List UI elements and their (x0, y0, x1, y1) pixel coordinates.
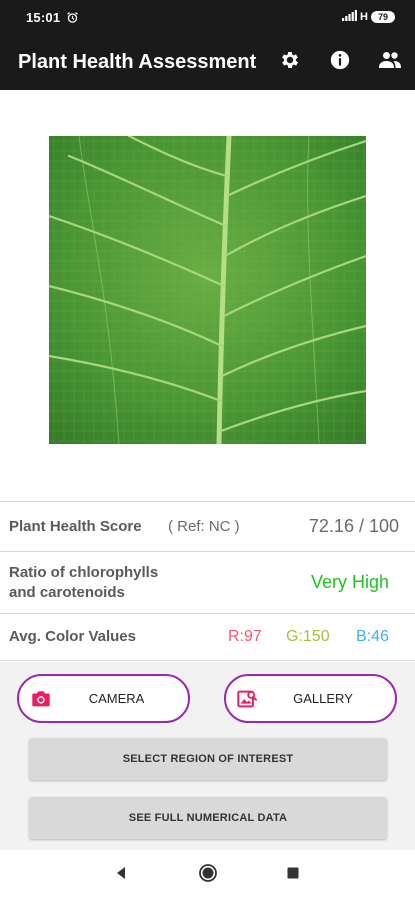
ratio-label: Ratio of chlorophylls and carotenoids (9, 563, 158, 603)
full-data-button[interactable]: SEE FULL NUMERICAL DATA (29, 797, 387, 839)
network-type: H (360, 11, 368, 23)
home-icon (198, 863, 218, 888)
settings-button[interactable] (265, 34, 315, 90)
gallery-button[interactable]: GALLERY (224, 674, 397, 723)
battery-icon: 79 (371, 11, 395, 23)
people-icon (378, 49, 402, 76)
leaf-photo (47, 133, 368, 447)
ratio-label-line2: and carotenoids (9, 583, 125, 601)
info-icon (329, 49, 351, 76)
status-bar: 15:01 H 79 (0, 0, 415, 34)
status-time: 15:01 (26, 9, 61, 25)
app-title: Plant Health Assessment (18, 50, 257, 73)
controls-panel: CAMERA GALLERY SELECT REGION OF INTEREST… (0, 662, 415, 850)
color-row: Avg. Color Values R:97 G:150 B:46 (0, 613, 415, 661)
info-button[interactable] (315, 34, 365, 90)
camera-icon (30, 688, 52, 710)
ratio-row: Ratio of chlorophylls and carotenoids Ve… (0, 551, 415, 613)
score-value: 72.16 / 100 (308, 516, 399, 536)
color-blue-value: B:46 (356, 628, 389, 645)
people-button[interactable] (365, 34, 415, 90)
score-row: Plant Health Score ( Ref: NC ) 72.16 / 1… (0, 501, 415, 551)
camera-button[interactable]: CAMERA (17, 674, 190, 723)
back-icon (114, 866, 128, 885)
settings-icon (279, 49, 301, 76)
score-ref: ( Ref: NC ) (168, 518, 240, 535)
select-roi-button[interactable]: SELECT REGION OF INTEREST (29, 738, 387, 780)
ratio-value: Very High (310, 572, 389, 592)
alarm-icon (66, 11, 79, 24)
back-button[interactable] (110, 864, 132, 886)
signal-icon (342, 10, 358, 24)
home-button[interactable] (197, 863, 219, 888)
color-label: Avg. Color Values (9, 628, 136, 645)
color-green-value: G:150 (286, 628, 330, 645)
color-red-value: R:97 (228, 628, 262, 645)
image-search-icon (236, 688, 258, 710)
system-nav-bar (0, 850, 415, 900)
app-bar: Plant Health Assessment (0, 34, 415, 90)
recents-icon (287, 866, 299, 884)
score-label: Plant Health Score (9, 517, 142, 535)
recents-button[interactable] (282, 864, 304, 886)
ratio-label-line1: Ratio of chlorophylls (9, 563, 159, 581)
